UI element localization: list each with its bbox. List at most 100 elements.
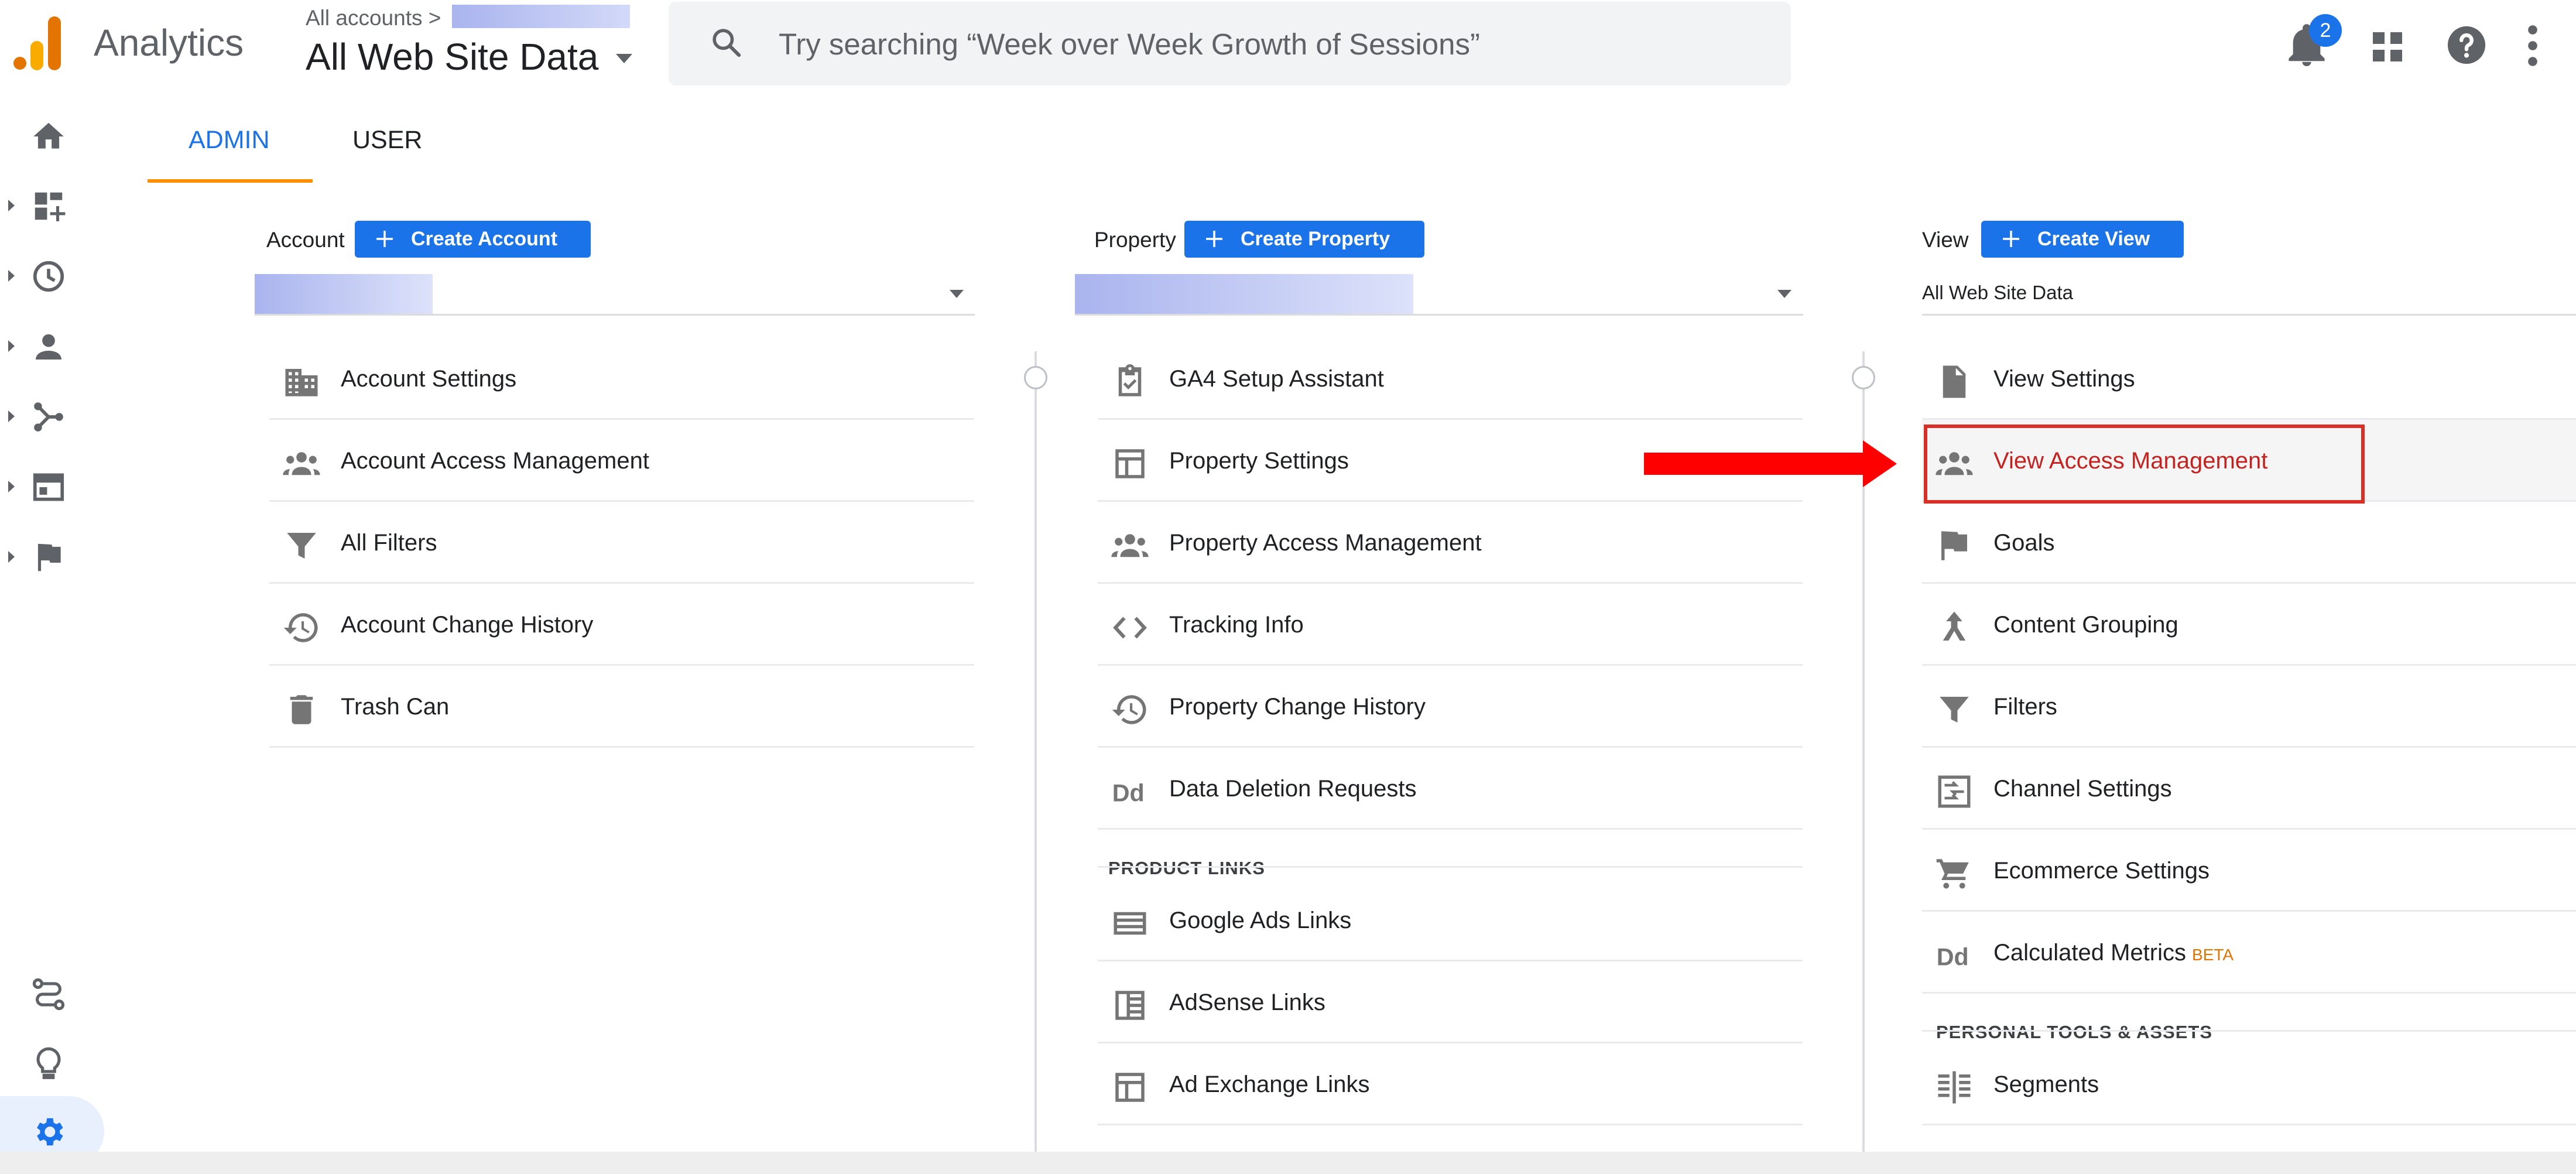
clock-icon[interactable] (30, 258, 67, 295)
redacted-account-name (452, 5, 630, 28)
building-icon (285, 369, 318, 396)
property-item-access-management[interactable]: Property Access Management (1098, 502, 1803, 584)
account-item-change-history[interactable]: Account Change History (269, 584, 974, 666)
ads-icon (1114, 912, 1146, 935)
property-link-ad-exchange[interactable]: Ad Exchange Links (1098, 1043, 1803, 1125)
view-item-calculated-metrics[interactable]: Dd Calculated Metrics BETA (1922, 912, 2576, 994)
plus-icon (2003, 231, 2019, 247)
expand-arrow-icon[interactable] (8, 481, 15, 492)
tab-user[interactable]: USER (352, 126, 422, 155)
property-item-data-deletion[interactable]: Dd Data Deletion Requests (1098, 748, 1803, 830)
account-column-label: Account (266, 228, 345, 252)
property-item-change-history[interactable]: Property Change History (1098, 666, 1803, 748)
item-label: Trash Can (341, 694, 450, 720)
property-item-tracking-info[interactable]: Tracking Info (1098, 584, 1803, 666)
annotation-highlight-box (1924, 425, 2365, 504)
expand-arrow-icon[interactable] (8, 410, 15, 422)
create-view-button[interactable]: Create View (1981, 221, 2184, 258)
filter-icon (287, 533, 316, 559)
home-icon[interactable] (30, 118, 67, 155)
behavior-icon[interactable] (30, 469, 67, 505)
view-item-ecommerce-settings[interactable]: Ecommerce Settings (1922, 830, 2576, 912)
adx-icon (1115, 1073, 1145, 1102)
property-select-caret-icon[interactable] (1777, 290, 1791, 298)
product-links-heading: PRODUCT LINKS (1108, 858, 1265, 878)
grouping-icon (1943, 611, 1966, 641)
help-icon[interactable] (2446, 25, 2487, 66)
item-label: Tracking Info (1169, 612, 1304, 638)
dd-icon: Dd (1112, 780, 1145, 807)
notification-badge: 2 (2309, 14, 2342, 47)
create-account-button[interactable]: Create Account (355, 221, 591, 258)
more-vert-icon[interactable] (2527, 25, 2539, 67)
beta-badge: BETA (2192, 946, 2234, 964)
section-divider (1922, 1030, 2576, 1032)
view-item-filters[interactable]: Filters (1922, 666, 2576, 748)
view-item-settings[interactable]: View Settings (1922, 338, 2576, 420)
account-item-settings[interactable]: Account Settings (269, 338, 974, 420)
expand-arrow-icon[interactable] (8, 200, 15, 211)
column-link-circle-icon (1024, 366, 1047, 389)
search-input[interactable]: Try searching “Week over Week Growth of … (779, 27, 1480, 61)
plus-icon (1206, 231, 1222, 247)
item-label: Calculated Metrics BETA (1993, 940, 2234, 966)
svg-text:Dd: Dd (1937, 944, 1969, 971)
svg-text:Dd: Dd (1112, 780, 1145, 807)
property-link-google-ads[interactable]: Google Ads Links (1098, 879, 1803, 961)
account-item-access-management[interactable]: Account Access Management (269, 420, 974, 502)
item-label: Property Settings (1169, 448, 1349, 474)
cart-icon (1936, 859, 1969, 889)
expand-arrow-icon[interactable] (8, 340, 15, 352)
redacted-account-select (255, 274, 433, 315)
trash-icon (290, 695, 313, 724)
view-selector[interactable]: All Web Site Data (306, 35, 598, 78)
property-item-ga4-setup[interactable]: GA4 Setup Assistant (1098, 338, 1803, 420)
item-label: Content Grouping (1993, 612, 2178, 638)
checklist-icon (1118, 364, 1142, 396)
item-label: Data Deletion Requests (1169, 776, 1417, 802)
view-item-channel-settings[interactable]: Channel Settings (1922, 748, 2576, 830)
tab-admin[interactable]: ADMIN (189, 126, 270, 155)
history-icon (1112, 695, 1146, 724)
column-link-circle-icon (1852, 366, 1875, 389)
history-icon (283, 613, 318, 642)
item-label: Filters (1993, 694, 2057, 720)
item-label: Ecommerce Settings (1993, 858, 2210, 884)
acquisition-icon[interactable] (30, 399, 67, 435)
attribution-icon[interactable] (30, 976, 67, 1012)
view-select[interactable]: All Web Site Data (1922, 282, 2073, 304)
section-divider (1098, 866, 1803, 868)
item-label: View Settings (1993, 366, 2135, 392)
dashboard-icon[interactable] (30, 188, 67, 224)
filter-icon (1940, 697, 1969, 723)
item-label: Channel Settings (1993, 776, 2172, 802)
item-label: Account Settings (341, 366, 517, 392)
code-icon (1113, 617, 1147, 639)
people-icon (283, 452, 320, 475)
create-property-label: Create Property (1241, 228, 1390, 250)
view-tool-segments[interactable]: Segments (1922, 1043, 2576, 1125)
layout-icon (1115, 449, 1145, 478)
flag-icon[interactable] (30, 539, 67, 576)
lightbulb-icon[interactable] (30, 1046, 67, 1082)
adsense-icon (1115, 991, 1145, 1020)
create-account-label: Create Account (411, 228, 558, 250)
create-property-button[interactable]: Create Property (1184, 221, 1424, 258)
person-icon[interactable] (30, 328, 67, 365)
view-item-content-grouping[interactable]: Content Grouping (1922, 584, 2576, 666)
create-view-label: Create View (2037, 228, 2150, 250)
account-select-caret-icon[interactable] (950, 290, 964, 298)
view-item-goals[interactable]: Goals (1922, 502, 2576, 584)
property-select-underline (1075, 314, 1803, 316)
account-item-trash-can[interactable]: Trash Can (269, 666, 974, 748)
expand-arrow-icon[interactable] (8, 551, 15, 563)
analytics-logo-icon[interactable] (13, 16, 62, 70)
apps-grid-icon[interactable] (2370, 29, 2405, 64)
bottom-strip (0, 1152, 2576, 1174)
caret-down-icon[interactable] (616, 54, 632, 63)
expand-arrow-icon[interactable] (8, 270, 15, 282)
property-link-adsense[interactable]: AdSense Links (1098, 961, 1803, 1043)
gear-icon[interactable] (30, 1114, 67, 1150)
account-item-all-filters[interactable]: All Filters (269, 502, 974, 584)
breadcrumb[interactable]: All accounts > (306, 6, 441, 30)
